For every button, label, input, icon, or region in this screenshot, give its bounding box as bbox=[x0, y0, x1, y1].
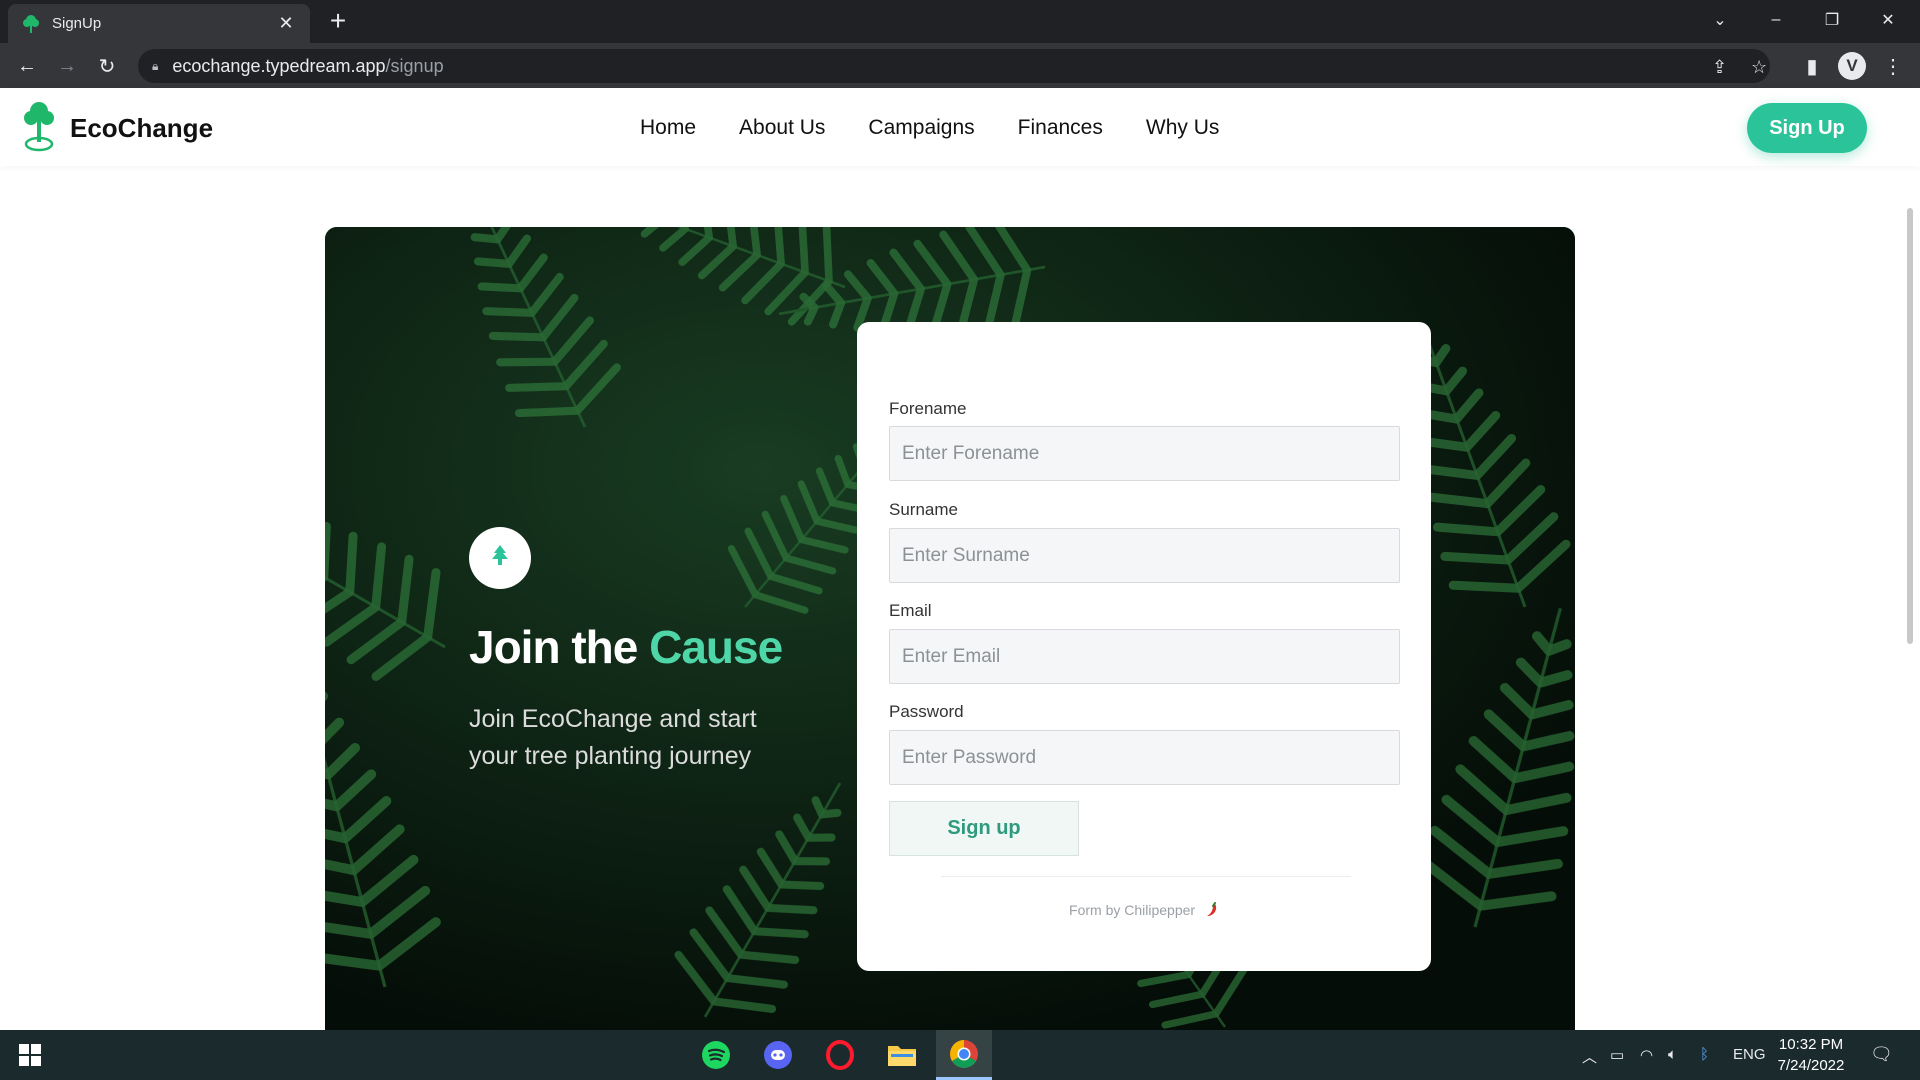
windows-taskbar: ︿ ▭ ◠ 🔈︎ ᛒ ENG 10:32 PM 7/24/2022 🗨︎ bbox=[0, 1030, 1920, 1080]
nav-home[interactable]: Home bbox=[640, 116, 696, 140]
chili-pepper-icon bbox=[1199, 902, 1219, 918]
sign-up-submit-button[interactable]: Sign up bbox=[889, 801, 1079, 856]
browser-tab[interactable]: SignUp ✕ bbox=[8, 4, 310, 43]
browser-toolbar: ← → ↻ 🔒︎ ecochange.typedream.app/signup … bbox=[0, 43, 1920, 88]
browser-tab-bar: SignUp ✕ + ⌄ – ❐ ✕ bbox=[0, 0, 1920, 43]
share-icon[interactable]: ⇪ bbox=[1712, 57, 1727, 78]
file-explorer-icon[interactable] bbox=[874, 1030, 930, 1080]
email-input[interactable] bbox=[889, 629, 1400, 684]
restore-icon[interactable]: ❐ bbox=[1804, 0, 1860, 40]
menu-kebab-icon[interactable]: ⋮ bbox=[1876, 49, 1910, 83]
side-panel-icon[interactable]: ▮ bbox=[1795, 49, 1829, 83]
chrome-icon[interactable] bbox=[936, 1030, 992, 1080]
email-label: Email bbox=[889, 601, 932, 620]
close-window-icon[interactable]: ✕ bbox=[1860, 0, 1916, 40]
address-bar[interactable]: 🔒︎ ecochange.typedream.app/signup ⇪ ☆ bbox=[138, 49, 1770, 83]
tab-search-icon[interactable]: ⌄ bbox=[1692, 0, 1748, 40]
forward-icon[interactable]: → bbox=[50, 49, 84, 83]
clock-time: 10:32 PM bbox=[1778, 1036, 1844, 1053]
main-nav: Home About Us Campaigns Finances Why Us bbox=[640, 116, 1262, 140]
tree-favicon-icon bbox=[20, 13, 42, 35]
bookmark-star-icon[interactable]: ☆ bbox=[1751, 57, 1767, 78]
headline-prefix: Join the bbox=[469, 621, 650, 673]
tree-icon bbox=[491, 544, 509, 572]
lock-icon: 🔒︎ bbox=[152, 58, 159, 73]
taskbar-clock[interactable]: 10:32 PM 7/24/2022 bbox=[1770, 1034, 1852, 1076]
password-input[interactable] bbox=[889, 730, 1400, 785]
nav-finances[interactable]: Finances bbox=[1018, 116, 1103, 140]
notifications-icon[interactable]: 🗨︎ bbox=[1870, 1044, 1893, 1065]
tab-title: SignUp bbox=[52, 15, 102, 32]
nav-campaigns[interactable]: Campaigns bbox=[868, 116, 974, 140]
forename-input[interactable] bbox=[889, 426, 1400, 481]
url-host: ecochange.typedream.app bbox=[172, 55, 386, 76]
form-divider bbox=[941, 876, 1351, 877]
tab-close-icon[interactable]: ✕ bbox=[274, 13, 298, 34]
url-path: /signup bbox=[385, 55, 444, 76]
form-credit[interactable]: Form by Chilipepper bbox=[857, 902, 1431, 918]
site-header: EcoChange Home About Us Campaigns Financ… bbox=[0, 88, 1920, 166]
opera-icon[interactable] bbox=[812, 1030, 868, 1080]
spotify-icon[interactable] bbox=[688, 1030, 744, 1080]
hero-subtitle: Join EcoChange and start your tree plant… bbox=[469, 705, 757, 770]
form-credit-text: Form by Chilipepper bbox=[1069, 902, 1196, 918]
reload-icon[interactable]: ↻ bbox=[90, 49, 124, 83]
tree-logo-icon bbox=[22, 100, 56, 157]
tree-badge bbox=[469, 527, 531, 589]
password-label: Password bbox=[889, 702, 964, 721]
signup-form-card: Forename Surname Email Password Sign up … bbox=[857, 322, 1431, 971]
header-sign-up-button[interactable]: Sign Up bbox=[1747, 103, 1867, 153]
new-tab-icon[interactable]: + bbox=[322, 6, 354, 38]
nav-about-us[interactable]: About Us bbox=[739, 116, 825, 140]
surname-label: Surname bbox=[889, 500, 958, 519]
page-scrollbar[interactable] bbox=[1907, 208, 1913, 644]
bluetooth-icon[interactable]: ᛒ bbox=[1700, 1046, 1709, 1063]
back-icon[interactable]: ← bbox=[10, 49, 44, 83]
volume-icon[interactable]: 🔈︎ bbox=[1668, 1046, 1677, 1063]
nav-why-us[interactable]: Why Us bbox=[1146, 116, 1220, 140]
language-indicator[interactable]: ENG bbox=[1733, 1046, 1766, 1063]
windows-start-icon[interactable] bbox=[2, 1030, 58, 1080]
forename-label: Forename bbox=[889, 399, 967, 418]
minimize-icon[interactable]: – bbox=[1748, 0, 1804, 40]
hero-headline: Join the Cause bbox=[469, 620, 783, 674]
clock-date: 7/24/2022 bbox=[1777, 1057, 1845, 1074]
show-hidden-icons-icon[interactable]: ︿ bbox=[1582, 1046, 1597, 1067]
site-logo[interactable]: EcoChange bbox=[22, 100, 213, 157]
discord-icon[interactable] bbox=[750, 1030, 806, 1080]
battery-icon[interactable]: ▭ bbox=[1610, 1046, 1624, 1064]
profile-avatar[interactable]: V bbox=[1838, 52, 1866, 80]
wifi-icon[interactable]: ◠ bbox=[1640, 1046, 1653, 1064]
brand-name: EcoChange bbox=[70, 113, 214, 143]
headline-accent: Cause bbox=[649, 621, 783, 673]
surname-input[interactable] bbox=[889, 528, 1400, 583]
